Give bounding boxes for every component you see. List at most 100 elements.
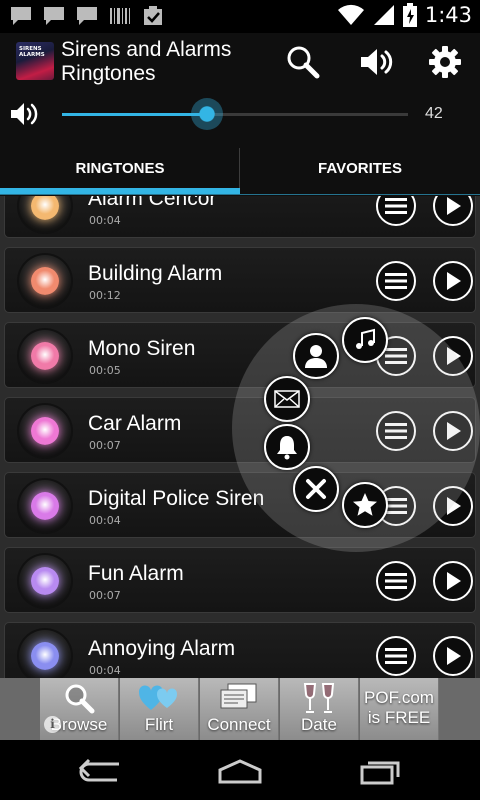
ringtone-title: Mono Siren [88,337,196,360]
radial-contact-button[interactable] [293,333,339,379]
ad-tile-promo[interactable]: POF.com is FREE [360,678,439,740]
play-icon [447,572,461,590]
volume-icon [361,49,393,75]
menu-lines-icon [385,648,407,664]
ringtone-duration: 00:07 [89,589,121,602]
chat-icon [44,7,64,25]
ringtone-menu-button[interactable] [376,636,416,676]
list-item[interactable]: Building Alarm 00:12 [4,247,476,313]
app-title: Sirens and Alarms Ringtones [61,38,232,85]
ad-tile-label: Date [301,715,337,734]
ringtone-play-button[interactable] [433,561,473,601]
play-icon [447,647,461,665]
wine-glasses-icon [303,683,335,713]
ringtone-duration: 00:04 [89,514,121,527]
ad-tile-label: Connect [207,715,271,734]
volume-row: 42 [0,90,480,140]
promo-line-1: POF.com [364,688,434,707]
back-button[interactable] [70,754,130,788]
signal-icon [373,5,394,25]
lamp-icon [17,328,73,384]
radial-close-button[interactable] [293,466,339,512]
speaker-icon [11,103,38,125]
navigation-bar [0,740,480,800]
ringtone-menu-button[interactable] [376,261,416,301]
lamp-icon [17,553,73,609]
ringtone-duration: 00:04 [89,214,121,227]
radial-mail-button[interactable] [264,376,310,422]
chat-icon [77,7,97,25]
tab-underline [0,194,480,195]
promo-line-2: is FREE [367,708,431,727]
music-note-icon [356,328,375,349]
bell-icon [277,436,297,460]
app-bar: SIRENS ALARMS Sirens and Alarms Ringtone… [0,33,480,90]
ringtone-menu-button[interactable] [376,561,416,601]
ad-tile-connect[interactable]: Connect [200,678,279,740]
volume-button[interactable] [356,41,398,83]
lamp-icon [17,478,73,534]
lamp-icon [17,403,73,459]
list-item[interactable]: Alarm Cencor 00:04 [4,196,476,238]
ringtone-play-button[interactable] [433,261,473,301]
recent-apps-icon [360,761,400,785]
magnifier-icon [65,684,95,714]
settings-button[interactable] [424,41,466,83]
tab-favorites[interactable]: FAVORITES [240,140,480,196]
barcode-icon [110,8,130,24]
star-icon [353,493,377,516]
home-button[interactable] [210,754,270,788]
ringtone-title: Alarm Cencor [88,196,217,210]
status-bar: 1:43 [0,0,480,33]
menu-lines-icon [385,273,407,289]
tab-bar: RINGTONES FAVORITES [0,140,480,196]
menu-lines-icon [385,198,407,214]
ringtone-duration: 00:12 [89,289,121,302]
lamp-icon [17,196,73,234]
radial-music-button[interactable] [342,317,388,363]
menu-lines-icon [385,573,407,589]
lamp-icon [17,253,73,309]
radial-favorite-button[interactable] [342,482,388,528]
back-icon [78,758,119,782]
wifi-icon [337,4,364,25]
ad-tile-date[interactable]: Date [280,678,359,740]
app-logo[interactable]: SIRENS ALARMS [16,42,54,80]
ad-info-icon[interactable]: i [44,716,61,733]
list-item[interactable]: Fun Alarm 00:07 [4,547,476,613]
radial-notification-button[interactable] [264,424,310,470]
ringtone-menu-button[interactable] [376,196,416,226]
ad-banner[interactable]: Browse Flirt Connect Date POF.com is FRE… [0,678,480,740]
recent-apps-button[interactable] [350,754,410,788]
volume-value: 42 [425,105,443,122]
home-icon [218,759,262,784]
ringtone-play-button[interactable] [433,636,473,676]
ringtone-title: Car Alarm [88,412,182,435]
play-icon [447,197,461,215]
ringtone-duration: 00:04 [89,664,121,677]
app-logo-text: SIRENS ALARMS [19,46,45,58]
volume-slider[interactable] [62,98,408,130]
battery-charging-icon [402,3,417,27]
mail-icon [274,390,300,408]
settings-gear-icon [429,46,461,78]
volume-slider-thumb[interactable] [191,98,223,130]
ad-tile-flirt[interactable]: Flirt [120,678,199,740]
clipboard-check-icon [144,6,162,25]
ringtone-title: Building Alarm [88,262,223,285]
ringtone-play-button[interactable] [433,196,473,226]
play-icon [447,272,461,290]
contact-icon [305,345,327,368]
chat-icon [11,7,31,25]
ad-tile-label: Flirt [144,715,174,734]
ringtone-title: Annoying Alarm [88,637,236,660]
search-button[interactable] [282,41,324,83]
list-item[interactable]: Annoying Alarm 00:04 [4,622,476,678]
messages-icon [220,683,257,709]
search-icon [287,46,320,79]
lamp-icon [17,628,73,678]
ringtone-duration: 00:05 [89,364,121,377]
ringtone-title: Fun Alarm [88,562,184,585]
volume-slider-fill [62,113,207,116]
close-icon [306,479,326,499]
